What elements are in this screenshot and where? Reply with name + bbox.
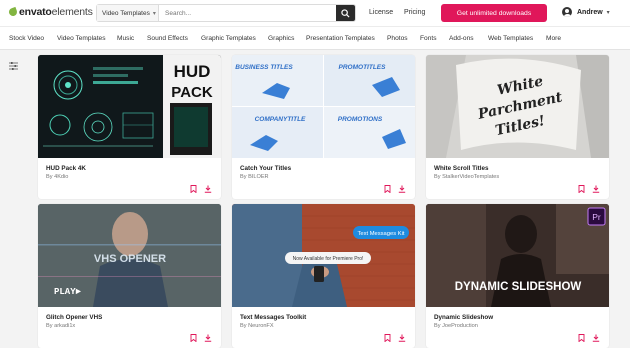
bookmark-icon[interactable] [384, 334, 391, 342]
card-author[interactable]: By arkadi1x [46, 323, 75, 329]
chevron-down-icon: ▾ [152, 10, 156, 17]
card-thumbnail[interactable]: White Parchment Titles! [426, 55, 609, 158]
card-thumbnail[interactable]: BUSINESS TITLES PROMOTITLES COMPANYTITLE… [232, 55, 415, 158]
catch-your-titles-thumbnail: BUSINESS TITLES PROMOTITLES COMPANYTITLE… [232, 55, 415, 158]
now-available-bubble: Now Available for Premiere Pro! [293, 256, 364, 262]
envato-elements-logo[interactable]: envato elements [7, 6, 93, 18]
get-unlimited-downloads-button[interactable]: Get unlimited downloads [441, 4, 547, 22]
card-author[interactable]: By StalkerVideoTemplates [434, 174, 499, 180]
bookmark-icon[interactable] [578, 185, 585, 193]
pack-title-text: PACK [171, 84, 213, 101]
nav-web-templates[interactable]: Web Templates [488, 35, 533, 42]
premiere-pro-icon: Pr [592, 212, 601, 222]
white-scroll-titles-thumbnail: White Parchment Titles! [426, 55, 609, 158]
top-bar: envatoelements Video Templates ▾ License… [0, 0, 630, 27]
card-author[interactable]: By BILOER [240, 174, 269, 180]
card-title[interactable]: Text Messages Toolkit [240, 314, 306, 321]
item-card[interactable]: DYNAMIC SLIDESHOW Pr Dynamic Slideshow B… [426, 204, 609, 348]
filter-sliders-icon[interactable] [9, 62, 18, 70]
dynamic-slideshow-thumbnail: DYNAMIC SLIDESHOW Pr [426, 204, 609, 307]
card-title[interactable]: Catch Your Titles [240, 165, 291, 172]
search-input[interactable] [159, 5, 336, 21]
nav-graphics[interactable]: Graphics [268, 35, 294, 42]
card-author[interactable]: By 4Kdio [46, 174, 68, 180]
category-select[interactable]: Video Templates ▾ [97, 5, 159, 21]
nav-sound-effects[interactable]: Sound Effects [147, 35, 188, 42]
chevron-down-icon: ▾ [606, 9, 610, 16]
category-select-label: Video Templates [102, 9, 150, 17]
download-icon[interactable] [398, 334, 406, 342]
download-icon[interactable] [592, 185, 600, 193]
bookmark-icon[interactable] [384, 185, 391, 193]
download-icon[interactable] [204, 334, 212, 342]
card-author[interactable]: By NeuronFX [240, 323, 274, 329]
card-thumbnail[interactable]: VHS OPENER PLAY► [38, 204, 221, 307]
item-card[interactable]: BUSINESS TITLES PROMOTITLES COMPANYTITLE… [232, 55, 415, 199]
search-icon [341, 8, 350, 18]
thumb-title-3: COMPANYTITLE [255, 116, 306, 123]
bookmark-icon[interactable] [190, 334, 197, 342]
nav-fonts[interactable]: Fonts [420, 35, 437, 42]
hud-title-text: HUD [174, 62, 211, 81]
card-title[interactable]: Glitch Opener VHS [46, 314, 102, 321]
download-icon[interactable] [398, 185, 406, 193]
text-messages-kit-bubble: Text Messages Kit [357, 231, 404, 237]
download-icon[interactable] [592, 334, 600, 342]
nav-presentation-templates[interactable]: Presentation Templates [306, 35, 375, 42]
card-title[interactable]: Dynamic Slideshow [434, 314, 493, 321]
logo-suffix: elements [51, 6, 93, 18]
glitch-opener-thumbnail: VHS OPENER PLAY► [38, 204, 221, 307]
nav-add-ons[interactable]: Add-ons [449, 35, 474, 42]
card-thumbnail[interactable]: HUD PACK [38, 55, 221, 158]
download-icon[interactable] [204, 185, 212, 193]
thumb-title-1: BUSINESS TITLES [235, 64, 293, 71]
nav-stock-video[interactable]: Stock Video [9, 35, 44, 42]
item-card[interactable]: VHS OPENER PLAY► Glitch Opener VHS By ar… [38, 204, 221, 348]
nav-graphic-templates[interactable]: Graphic Templates [201, 35, 256, 42]
thumb-title-4: PROMOTIONS [338, 116, 383, 123]
item-card[interactable]: HUD PACK HUD Pack 4K By 4Kdio [38, 55, 221, 199]
category-nav: Stock Video Video Templates Music Sound … [0, 27, 630, 50]
pricing-link[interactable]: Pricing [404, 9, 425, 16]
search-bar: Video Templates ▾ [96, 4, 356, 22]
bookmark-icon[interactable] [578, 334, 585, 342]
license-link[interactable]: License [369, 9, 393, 16]
play-text: PLAY► [54, 287, 82, 297]
dynamic-slideshow-text: DYNAMIC SLIDESHOW [455, 281, 582, 293]
card-thumbnail[interactable]: Text Messages Kit Now Available for Prem… [232, 204, 415, 307]
nav-more[interactable]: More [546, 35, 561, 42]
bookmark-icon[interactable] [190, 185, 197, 193]
text-messages-thumbnail: Text Messages Kit Now Available for Prem… [232, 204, 415, 307]
card-thumbnail[interactable]: DYNAMIC SLIDESHOW Pr [426, 204, 609, 307]
card-title[interactable]: White Scroll Titles [434, 165, 488, 172]
nav-photos[interactable]: Photos [387, 35, 408, 42]
item-card[interactable]: Text Messages Kit Now Available for Prem… [232, 204, 415, 348]
vhs-opener-text: VHS OPENER [94, 253, 166, 265]
envato-leaf-icon [7, 6, 19, 18]
card-title[interactable]: HUD Pack 4K [46, 165, 86, 172]
user-menu[interactable]: Andrew ▾ [562, 7, 610, 17]
nav-video-templates[interactable]: Video Templates [57, 35, 106, 42]
hud-pack-thumbnail: HUD PACK [38, 55, 221, 158]
card-author[interactable]: By JoeProduction [434, 323, 478, 329]
item-card[interactable]: White Parchment Titles! White Scroll Tit… [426, 55, 609, 199]
logo-brand: envato [19, 6, 52, 18]
user-avatar-icon [562, 7, 572, 17]
user-name: Andrew [577, 8, 603, 16]
nav-music[interactable]: Music [117, 35, 134, 42]
search-button[interactable] [336, 5, 355, 21]
thumb-title-2: PROMOTITLES [339, 64, 387, 71]
